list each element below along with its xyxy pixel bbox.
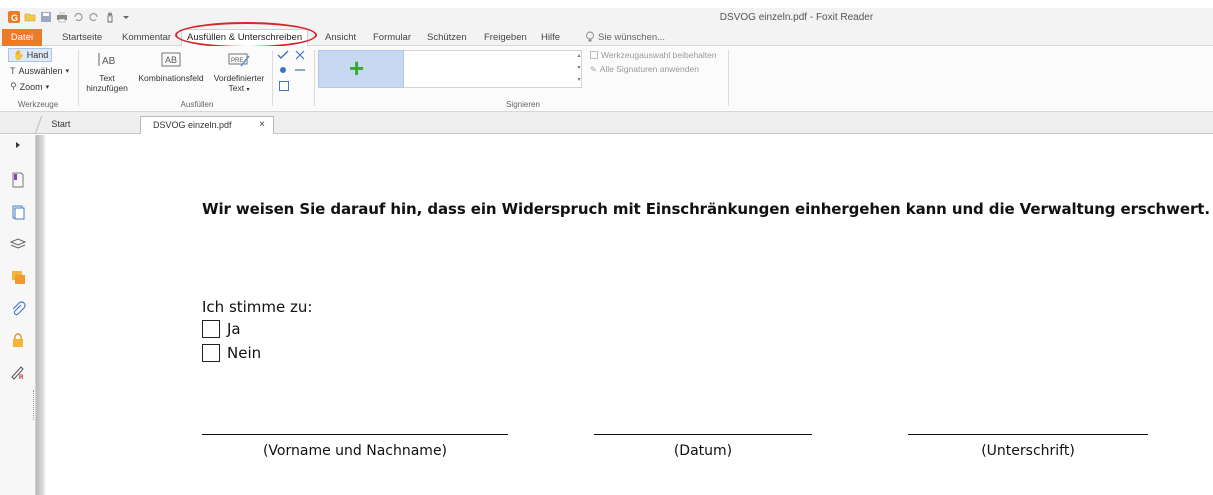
- ribbon-tab-bar: Datei Startseite Kommentar Ausfüllen & U…: [0, 28, 1213, 46]
- document-headline: Wir weisen Sie darauf hin, dass ein Wide…: [202, 200, 1210, 218]
- tab-view[interactable]: Ansicht: [325, 30, 356, 45]
- combo-box-icon: AB: [161, 52, 181, 67]
- left-navigation-panel: R: [0, 135, 36, 495]
- no-label: Nein: [227, 344, 262, 362]
- group-separator: [314, 50, 315, 106]
- date-signature-line: [594, 434, 812, 435]
- tab-file[interactable]: Datei: [2, 29, 42, 46]
- cross-mark-icon[interactable]: [295, 50, 305, 60]
- name-signature-line: [202, 434, 508, 435]
- lock-icon[interactable]: [10, 332, 26, 348]
- group-label-sign: Signieren: [506, 100, 540, 109]
- title-bar: G DSVOG einzeln.pdf - Foxit Reader: [0, 8, 1213, 28]
- hand-icon: ✋: [13, 50, 25, 60]
- attachment-icon[interactable]: [10, 301, 26, 317]
- svg-text:R: R: [19, 375, 24, 380]
- option-no[interactable]: Nein: [202, 344, 261, 362]
- tab-document[interactable]: DSVOG einzeln.pdf ×: [140, 116, 274, 134]
- zoom-tool-button[interactable]: ⚲ Zoom ▾: [10, 81, 49, 92]
- tab-share[interactable]: Freigeben: [484, 30, 527, 45]
- signature-icon[interactable]: R: [10, 364, 26, 380]
- date-caption: (Datum): [673, 443, 733, 459]
- tab-fill-and-sign[interactable]: Ausfüllen & Unterschreiben: [181, 29, 309, 46]
- svg-text:AB: AB: [102, 56, 116, 67]
- name-caption: (Vorname und Nachname): [262, 443, 448, 459]
- tab-comment[interactable]: Kommentar: [122, 30, 171, 45]
- keep-tool-label: Werkzeugauswahl beibehalten: [601, 50, 717, 60]
- svg-text:PRE: PRE: [231, 58, 243, 64]
- group-separator: [272, 50, 273, 106]
- plus-icon: +: [349, 53, 365, 83]
- select-text-icon: T: [10, 66, 16, 76]
- dot-icon[interactable]: [279, 66, 287, 74]
- yes-label: Ja: [227, 320, 241, 338]
- bookmark-icon[interactable]: [10, 172, 26, 188]
- tab-protect[interactable]: Schützen: [427, 30, 467, 45]
- tab-home[interactable]: Startseite: [62, 30, 102, 45]
- consent-label: Ich stimme zu:: [202, 298, 313, 316]
- comments-icon[interactable]: [10, 269, 26, 285]
- hand-tool-button[interactable]: ✋ Hand: [8, 48, 52, 62]
- yes-checkbox[interactable]: [202, 320, 220, 338]
- add-text-label: Text hinzufügen: [86, 73, 128, 93]
- tab-form[interactable]: Formular: [373, 30, 411, 45]
- line-icon[interactable]: [295, 68, 305, 72]
- chevron-down-icon: ▾: [246, 87, 250, 93]
- lightbulb-icon: [586, 31, 594, 42]
- signature-caption: (Unterschrift): [981, 443, 1075, 459]
- group-label-fill: Ausfüllen: [180, 100, 214, 109]
- chevron-down-icon: ▾: [45, 83, 50, 91]
- page-thumbnails-icon[interactable]: [10, 204, 26, 220]
- no-checkbox[interactable]: [202, 344, 220, 362]
- layers-icon[interactable]: [10, 235, 26, 251]
- document-tab-bar: Start DSVOG einzeln.pdf ×: [0, 112, 1213, 134]
- tab-document-label: DSVOG einzeln.pdf: [153, 120, 232, 130]
- window-title: DSVOG einzeln.pdf - Foxit Reader: [719, 12, 874, 23]
- group-separator: [78, 50, 79, 106]
- combo-box-label: Kombinationsfeld: [138, 73, 204, 83]
- svg-text:AB: AB: [165, 55, 177, 65]
- signature-gallery[interactable]: [404, 50, 582, 88]
- add-signature-button[interactable]: +: [318, 50, 404, 88]
- top-strip: [0, 0, 1213, 8]
- group-label-tools: Werkzeuge: [17, 100, 59, 109]
- panel-resize-grip[interactable]: [33, 390, 35, 420]
- predefined-text-label: Vordefinierter Text: [213, 73, 265, 93]
- gallery-scroll-buttons[interactable]: ▴ ▾ ▾: [575, 50, 583, 88]
- apply-signatures-icon: ✎: [590, 64, 597, 74]
- add-text-button[interactable]: AB Text hinzufügen: [82, 50, 132, 93]
- text-field-icon: AB: [98, 53, 116, 67]
- select-tool-button[interactable]: T Auswählen ▾: [10, 66, 69, 76]
- keep-tool-checkbox[interactable]: [590, 51, 598, 59]
- option-yes[interactable]: Ja: [202, 320, 241, 338]
- combo-box-button[interactable]: AB Kombinationsfeld: [136, 50, 206, 83]
- ribbon-panel: ✋ Hand T Auswählen ▾ ⚲ Zoom ▾ Werkzeuge …: [0, 46, 1213, 112]
- predefined-text-icon: PRE: [228, 53, 250, 67]
- tab-help[interactable]: Hilfe: [541, 30, 560, 45]
- close-tab-icon[interactable]: ×: [259, 117, 265, 133]
- page-edge-shadow: [36, 135, 46, 495]
- hand-tool-label: Hand: [26, 50, 49, 60]
- expand-arrow-icon[interactable]: [14, 141, 22, 149]
- keep-tool-selection-option[interactable]: Werkzeugauswahl beibehalten: [590, 50, 717, 60]
- signature-line: [908, 434, 1148, 435]
- predefined-text-button[interactable]: PRE Vordefinierter Text ▾: [208, 50, 270, 95]
- apply-all-signatures-button[interactable]: ✎ Alle Signaturen anwenden: [590, 64, 699, 74]
- chevron-down-icon: ▾: [65, 68, 70, 75]
- checkmark-icon[interactable]: [277, 50, 289, 60]
- tab-start-label: Start: [51, 119, 71, 129]
- tell-me-search[interactable]: Sie wünschen...: [598, 30, 665, 45]
- zoom-tool-label: Zoom: [19, 81, 43, 92]
- tab-start[interactable]: Start: [34, 116, 142, 134]
- group-separator: [728, 50, 729, 106]
- zoom-icon: ⚲: [10, 81, 17, 91]
- checkbox-square-icon[interactable]: [279, 81, 289, 91]
- select-tool-label: Auswählen: [18, 66, 63, 76]
- apply-all-label: Alle Signaturen anwenden: [599, 64, 699, 74]
